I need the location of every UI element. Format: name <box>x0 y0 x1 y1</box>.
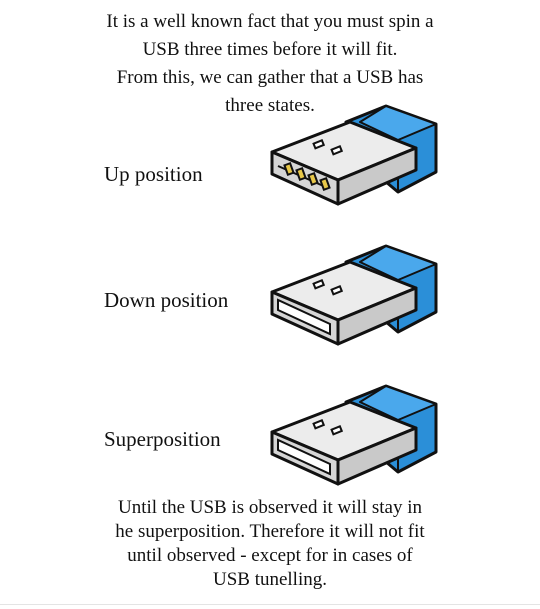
usb-down-position-icon <box>270 244 438 346</box>
usb-up-position-icon <box>270 104 438 206</box>
intro-line: USB three times before it will fit. <box>142 39 398 60</box>
state-label-superposition: Superposition <box>104 427 221 451</box>
intro-line: It is a well known fact that you must sp… <box>106 11 434 32</box>
outro-line: he superposition. Therefore it will not … <box>115 521 425 542</box>
state-label-down: Down position <box>104 288 229 312</box>
outro-line: until observed - except for in cases of <box>127 545 413 566</box>
state-label-up: Up position <box>104 162 203 186</box>
intro-line: From this, we can gather that a USB has <box>116 67 424 88</box>
outro-text: Until the USB is observed it will stay i… <box>20 496 520 592</box>
usb-superposition-icon <box>270 384 438 486</box>
outro-line: USB tunelling. <box>212 569 327 590</box>
bottom-divider <box>0 604 540 605</box>
outro-line: Until the USB is observed it will stay i… <box>118 497 422 518</box>
